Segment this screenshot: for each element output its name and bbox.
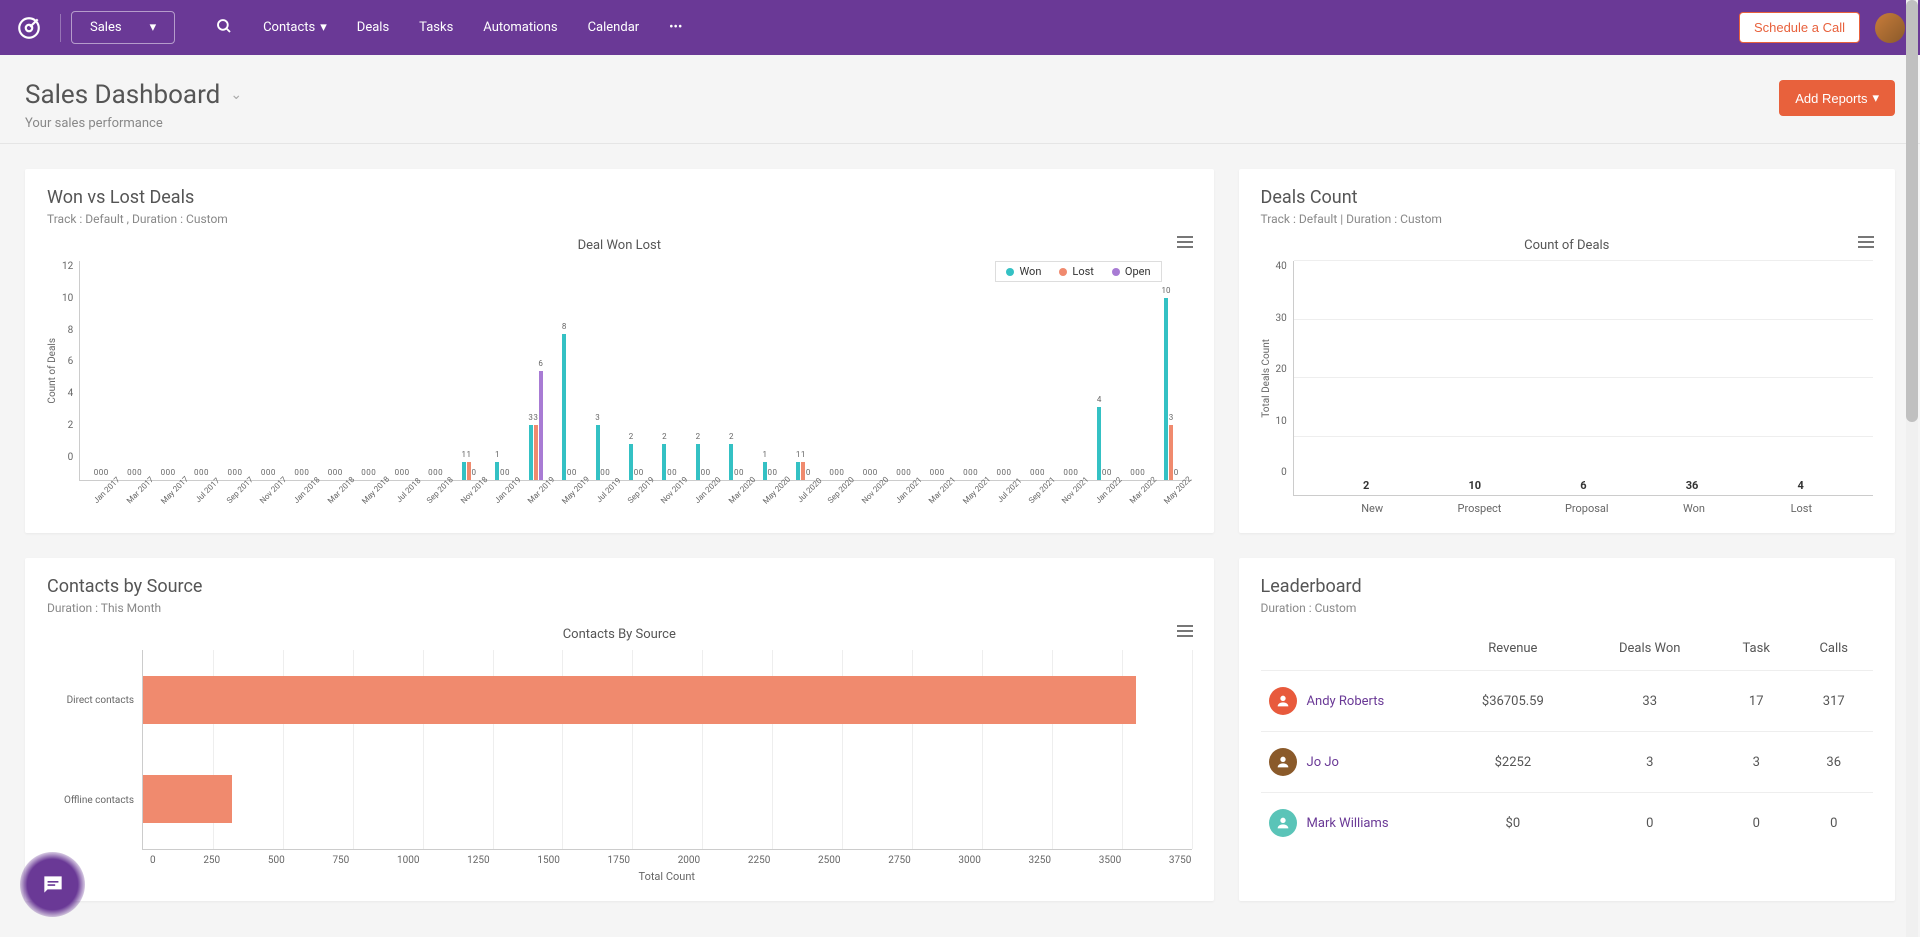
nav-more-icon[interactable]: ••• bbox=[669, 20, 682, 35]
nav-label: Deals bbox=[357, 20, 389, 35]
y-axis-ticks: 403020100 bbox=[1276, 261, 1293, 496]
table-header: Deals Won bbox=[1581, 627, 1718, 671]
nav-label: Automations bbox=[483, 20, 557, 35]
card-meta: Duration : This Month bbox=[47, 601, 1192, 615]
chevron-down-icon[interactable]: ⌄ bbox=[230, 87, 242, 103]
table-cell: 317 bbox=[1794, 671, 1873, 732]
chevron-down-icon: ▾ bbox=[320, 20, 327, 35]
deals-count-card: Deals Count Track : Default | Duration :… bbox=[1239, 169, 1895, 533]
table-cell: 36 bbox=[1794, 732, 1873, 793]
user-name-link[interactable]: Jo Jo bbox=[1307, 755, 1339, 770]
won-lost-chart: Won Lost Open Count of Deals 121086420 0… bbox=[47, 261, 1192, 496]
table-cell: $2252 bbox=[1444, 732, 1581, 793]
module-selector[interactable]: Sales ▾ bbox=[71, 11, 175, 44]
y-axis-label: Total Deals Count bbox=[1261, 339, 1272, 418]
table-row[interactable]: Mark Williams$0000 bbox=[1261, 793, 1873, 854]
leaderboard-table: RevenueDeals WonTaskCalls Andy Roberts $3… bbox=[1261, 627, 1873, 853]
nav-automations[interactable]: Automations bbox=[483, 20, 557, 35]
table-cell: 3 bbox=[1718, 732, 1794, 793]
table-cell: $0 bbox=[1444, 793, 1581, 854]
leaderboard-card: Leaderboard Duration : Custom RevenueDea… bbox=[1239, 558, 1895, 901]
y-axis-labels: Direct contactsOffline contacts bbox=[47, 650, 142, 850]
table-row[interactable]: Andy Roberts $36705.593317317 bbox=[1261, 671, 1873, 732]
avatar bbox=[1269, 687, 1297, 715]
scrollbar-thumb[interactable] bbox=[1906, 0, 1918, 422]
page-header: Sales Dashboard ⌄ Your sales performance… bbox=[0, 55, 1920, 144]
scrollbar[interactable] bbox=[1906, 0, 1918, 937]
chart-title: Count of Deals bbox=[1261, 238, 1873, 253]
won-vs-lost-card: Won vs Lost Deals Track : Default , Dura… bbox=[25, 169, 1214, 533]
table-cell: 17 bbox=[1718, 671, 1794, 732]
table-header-row: RevenueDeals WonTaskCalls bbox=[1261, 627, 1873, 671]
nav-items: Contacts ▾ Deals Tasks Automations Calen… bbox=[215, 17, 682, 39]
avatar bbox=[1269, 809, 1297, 837]
y-axis-ticks: 121086420 bbox=[62, 261, 79, 481]
page-title-text: Sales Dashboard bbox=[25, 80, 220, 110]
add-reports-label: Add Reports bbox=[1795, 91, 1867, 106]
user-name-link[interactable]: Andy Roberts bbox=[1307, 694, 1385, 709]
schedule-call-button[interactable]: Schedule a Call bbox=[1739, 12, 1860, 43]
card-title: Contacts by Source bbox=[47, 576, 1192, 597]
chart-title: Deal Won Lost bbox=[47, 238, 1192, 253]
page-subtitle: Your sales performance bbox=[25, 116, 242, 131]
card-title: Won vs Lost Deals bbox=[47, 187, 1192, 208]
table-cell: 3 bbox=[1581, 732, 1718, 793]
nav-right: Schedule a Call bbox=[1739, 12, 1905, 43]
x-axis-labels: NewProspectProposalWonLost bbox=[1301, 496, 1873, 515]
add-reports-button[interactable]: Add Reports ▾ bbox=[1779, 80, 1895, 116]
table-header: Calls bbox=[1794, 627, 1873, 671]
user-name-link[interactable]: Mark Williams bbox=[1307, 816, 1389, 831]
table-header: Task bbox=[1718, 627, 1794, 671]
nav-tasks[interactable]: Tasks bbox=[419, 20, 453, 35]
chart-menu-icon[interactable] bbox=[1857, 234, 1875, 253]
chat-bubble-button[interactable] bbox=[20, 852, 85, 917]
x-axis-label: Total Count bbox=[142, 870, 1192, 883]
logo-icon[interactable] bbox=[15, 14, 43, 42]
card-title: Deals Count bbox=[1261, 187, 1873, 208]
card-meta: Track : Default | Duration : Custom bbox=[1261, 212, 1873, 226]
chart-title: Contacts By Source bbox=[47, 627, 1192, 642]
y-axis-label: Count of Deals bbox=[47, 338, 58, 404]
page-title: Sales Dashboard ⌄ bbox=[25, 80, 242, 110]
chart-plot-area bbox=[142, 650, 1192, 850]
top-nav: Sales ▾ Contacts ▾ Deals Tasks Automatio… bbox=[0, 0, 1920, 55]
avatar bbox=[1269, 748, 1297, 776]
nav-label: Contacts bbox=[263, 20, 315, 35]
user-avatar[interactable] bbox=[1875, 13, 1905, 43]
card-meta: Track : Default , Duration : Custom bbox=[47, 212, 1192, 226]
table-header: Revenue bbox=[1444, 627, 1581, 671]
chevron-down-icon: ▾ bbox=[150, 20, 157, 35]
chart-plot-area: 2106364 bbox=[1293, 261, 1873, 496]
table-cell: 0 bbox=[1794, 793, 1873, 854]
x-axis-labels: Jan 2017Mar 2017May 2017Jul 2017Sep 2017… bbox=[87, 481, 1192, 496]
module-selector-label: Sales bbox=[90, 20, 122, 35]
card-title: Leaderboard bbox=[1261, 576, 1873, 597]
table-cell: $36705.59 bbox=[1444, 671, 1581, 732]
search-icon[interactable] bbox=[215, 17, 233, 39]
table-header bbox=[1261, 627, 1445, 671]
nav-divider bbox=[60, 14, 61, 42]
nav-deals[interactable]: Deals bbox=[357, 20, 389, 35]
nav-label: Calendar bbox=[588, 20, 640, 35]
x-axis-ticks: 0250500750100012501500175020002250250027… bbox=[150, 850, 1192, 866]
card-meta: Duration : Custom bbox=[1261, 601, 1873, 615]
nav-contacts[interactable]: Contacts ▾ bbox=[263, 20, 327, 35]
chart-menu-icon[interactable] bbox=[1176, 234, 1194, 253]
dashboard-grid: Won vs Lost Deals Track : Default , Dura… bbox=[0, 144, 1920, 926]
nav-label: Tasks bbox=[419, 20, 453, 35]
chart-plot-area: 0000000000000000000000000000000001101003… bbox=[79, 261, 1191, 481]
caret-down-icon: ▾ bbox=[1872, 90, 1879, 106]
table-cell: 0 bbox=[1581, 793, 1718, 854]
table-cell: 0 bbox=[1718, 793, 1794, 854]
nav-calendar[interactable]: Calendar bbox=[588, 20, 640, 35]
table-row[interactable]: Jo Jo$22523336 bbox=[1261, 732, 1873, 793]
chart-menu-icon[interactable] bbox=[1176, 623, 1194, 642]
table-cell: 33 bbox=[1581, 671, 1718, 732]
contacts-by-source-card: Contacts by Source Duration : This Month… bbox=[25, 558, 1214, 901]
